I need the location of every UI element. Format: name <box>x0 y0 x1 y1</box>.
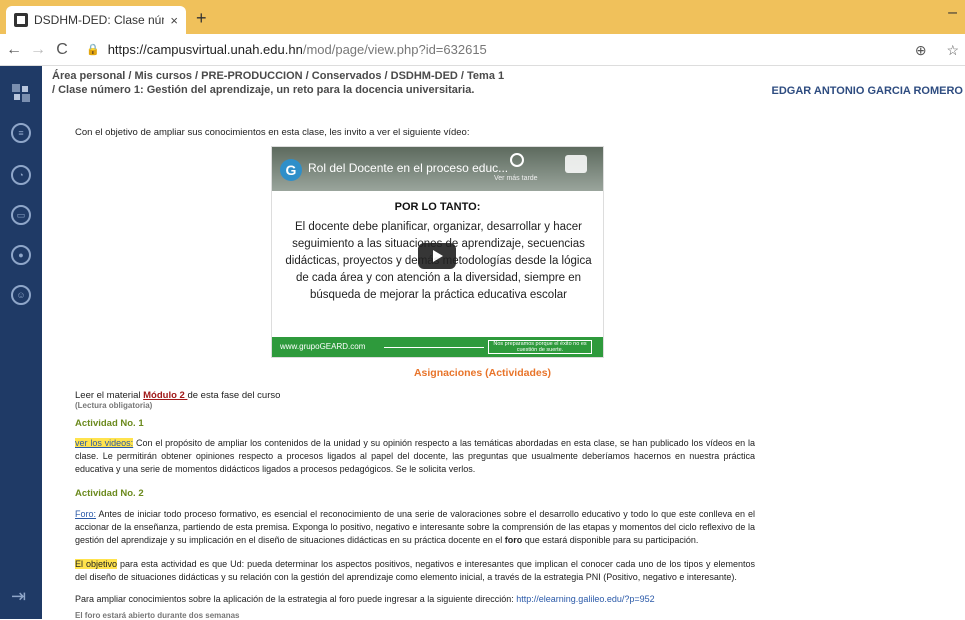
url-path: /mod/page/view.php?id=632615 <box>302 42 487 57</box>
watch-later-icon[interactable] <box>510 153 524 167</box>
video-footer: www.grupoGEARD.com Nos preparamos porque… <box>272 337 603 357</box>
foro-bold: foro <box>504 535 523 545</box>
activity-2-foro-text: Foro: Antes de iniciar todo proceso form… <box>75 508 755 547</box>
module-2-link[interactable]: Módulo 2 <box>143 390 187 401</box>
video-watch-later-label: Ver más tarde <box>494 175 538 182</box>
video-footer-slogan: Nos preparamos porque el éxito no es cue… <box>488 340 592 354</box>
more-info-text: Para ampliar conocimientos sobre la apli… <box>75 593 755 606</box>
browser-tab-bar: DSDHM-DED: Clase número 1: G × + – <box>0 0 965 34</box>
breadcrumb-line-1[interactable]: Área personal / Mis cursos / PRE-PRODUCC… <box>52 69 752 83</box>
video-heading: POR LO TANTO: <box>394 201 481 213</box>
breadcrumb-line-2[interactable]: / Clase número 1: Gestión del aprendizaj… <box>52 83 752 97</box>
messages-icon[interactable]: ● <box>11 245 31 265</box>
foro-text-b: que estará disponible para su participac… <box>522 535 699 545</box>
activity-2-objective: El objetivo para esta actividad es que U… <box>75 558 755 584</box>
intro-text: Con el objetivo de ampliar sus conocimie… <box>75 127 470 138</box>
video-footer-site: www.grupoGEARD.com <box>280 342 366 351</box>
participants-icon[interactable]: ☺ <box>11 285 31 305</box>
galileo-link[interactable]: http://elearning.galileo.edu/?p=952 <box>516 594 654 604</box>
new-tab-button[interactable]: + <box>196 8 207 29</box>
browser-tab[interactable]: DSDHM-DED: Clase número 1: G × <box>6 6 186 34</box>
reading-prefix: Leer el material <box>75 390 144 401</box>
user-name[interactable]: EDGAR ANTONIO GARCIA ROMERO <box>772 85 964 97</box>
forward-icon[interactable]: → <box>28 41 48 59</box>
favicon-icon <box>14 13 28 27</box>
reading-instruction: Leer el material Módulo 2 de esta fase d… <box>75 389 755 402</box>
address-bar: ← → C 🔒 https://campusvirtual.unah.edu.h… <box>0 34 965 66</box>
reading-suffix: de esta fase del curso <box>187 390 281 401</box>
url-host: https://campusvirtual.unah.edu.hn <box>107 42 303 57</box>
video-embed[interactable]: G Rol del Docente en el proceso educ... … <box>271 146 604 358</box>
activity-1-title: Actividad No. 1 <box>75 418 144 429</box>
objective-label: El objetivo <box>75 559 118 569</box>
tab-close-icon[interactable]: × <box>170 13 178 28</box>
share-icon[interactable] <box>565 155 587 173</box>
moodle-logo-icon[interactable] <box>12 84 30 102</box>
courses-icon[interactable]: ◔ <box>11 165 31 185</box>
activity-1-body: Con el propósito de ampliar los contenid… <box>75 438 755 474</box>
objective-text: para esta actividad es que Ud: pueda det… <box>75 559 755 582</box>
zoom-icon[interactable]: ⊕ <box>915 42 927 58</box>
reading-note: (Lectura obligatoria) <box>75 401 153 410</box>
section-title: Asignaciones (Actividades) <box>413 367 552 379</box>
video-title[interactable]: Rol del Docente en el proceso educ... <box>308 161 508 175</box>
logout-icon[interactable]: ⇥ <box>11 586 26 607</box>
bookmark-star-icon[interactable]: ☆ <box>946 42 959 58</box>
activity-2-title: Actividad No. 2 <box>75 488 144 499</box>
activity-1-text: ver los videos: Con el propósito de ampl… <box>75 437 755 476</box>
calendar-icon[interactable]: ▭ <box>11 205 31 225</box>
minimize-button[interactable]: – <box>948 4 957 22</box>
breadcrumb: Área personal / Mis cursos / PRE-PRODUCC… <box>52 69 752 97</box>
lock-icon: 🔒 <box>86 44 100 56</box>
channel-logo-icon[interactable]: G <box>280 159 302 181</box>
url-field[interactable]: 🔒 https://campusvirtual.unah.edu.hn /mod… <box>86 42 487 57</box>
more-text: Para ampliar conocimientos sobre la apli… <box>75 594 517 604</box>
videos-link[interactable]: ver los videos: <box>75 438 134 448</box>
foro-link[interactable]: Foro: <box>75 509 96 519</box>
reload-icon[interactable]: C <box>52 41 72 59</box>
dashboard-icon[interactable]: ≡ <box>11 123 31 143</box>
sidebar: ≡ ◔ ▭ ● ☺ ⇥ <box>0 66 42 619</box>
tab-title: DSDHM-DED: Clase número 1: G <box>34 13 164 27</box>
footer-divider <box>384 347 484 348</box>
back-icon[interactable]: ← <box>4 41 24 59</box>
play-button-icon[interactable] <box>418 243 456 269</box>
